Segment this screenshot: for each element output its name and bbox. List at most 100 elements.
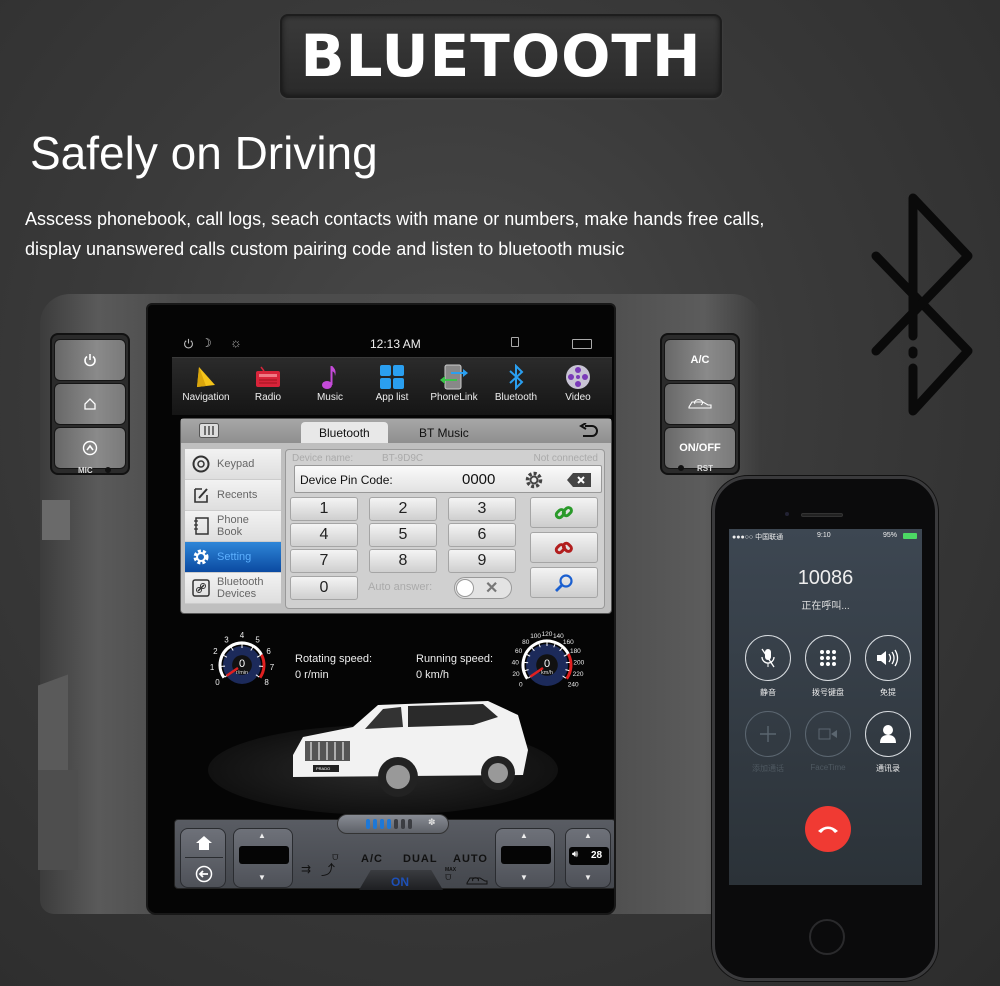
facetime-button[interactable] xyxy=(805,711,851,757)
back-arrow-icon[interactable] xyxy=(195,865,213,883)
front-camera xyxy=(785,512,789,516)
ac-button[interactable]: A/C xyxy=(664,339,736,381)
seat-airflow-icon[interactable]: ⤴ xyxy=(321,860,335,880)
facetime-icon xyxy=(818,728,837,740)
rear-defrost-icon[interactable]: ⩌ xyxy=(332,852,339,863)
gauge-tick-label: 8 xyxy=(264,678,269,687)
menu-item-keypad[interactable]: Keypad xyxy=(185,449,281,480)
eject-button[interactable] xyxy=(54,427,126,469)
brightness-icon[interactable]: ☼ xyxy=(230,335,242,350)
head-unit-screen: ☽ ☼ 12:13 AM Navigation Radio Music App … xyxy=(146,303,616,915)
bluetooth-tabs: Bluetooth BT Music xyxy=(181,419,611,443)
menu-item-setting[interactable]: Setting xyxy=(185,542,281,573)
recirculation-icon[interactable] xyxy=(465,874,489,886)
add-call-button[interactable] xyxy=(745,711,791,757)
key-1[interactable]: 1 xyxy=(290,497,358,521)
fan-speed-indicator[interactable]: ✽ xyxy=(337,814,449,834)
right-temp-down[interactable]: ▼ xyxy=(520,873,528,882)
app-video[interactable]: Video xyxy=(548,358,608,415)
title-banner: BLUETOOTH xyxy=(280,14,722,98)
home-icon[interactable] xyxy=(195,835,213,851)
music-note-icon xyxy=(322,366,336,389)
app-music[interactable]: Music xyxy=(300,358,360,415)
key-7[interactable]: 7 xyxy=(290,549,358,573)
toggle-off-icon: ✕ xyxy=(485,580,499,597)
left-temp-up[interactable]: ▲ xyxy=(258,831,266,840)
car-image xyxy=(293,701,528,797)
call-status: 正在呼叫... xyxy=(801,601,850,612)
end-call-button[interactable] xyxy=(805,806,851,852)
climate-on-button[interactable]: ON xyxy=(359,870,443,890)
right-temp-up[interactable]: ▲ xyxy=(520,831,528,840)
auto-answer-toggle[interactable]: ✕ xyxy=(454,577,512,599)
volume-down[interactable]: ▼ xyxy=(584,873,592,882)
key-4[interactable]: 4 xyxy=(290,523,358,547)
carrier: ●●●○○ 中国联通 xyxy=(732,534,784,541)
app-label: Music xyxy=(316,392,344,403)
multiwindow-icon[interactable] xyxy=(572,339,592,349)
gauge-tick-label: 60 xyxy=(515,648,523,655)
fan-icon: ✽ xyxy=(428,817,436,827)
key-2[interactable]: 2 xyxy=(369,497,437,521)
pin-code-value[interactable]: 0000 xyxy=(462,471,495,488)
left-temp-down[interactable]: ▼ xyxy=(258,873,266,882)
power-button[interactable] xyxy=(54,339,126,381)
app-label: Bluetooth xyxy=(494,392,538,403)
app-radio[interactable]: Radio xyxy=(238,358,298,415)
tab-bluetooth[interactable]: Bluetooth xyxy=(301,422,388,443)
app-bluetooth[interactable]: Bluetooth xyxy=(486,358,546,415)
tab-bt-music[interactable]: BT Music xyxy=(401,422,487,443)
video-reel-icon xyxy=(566,365,590,389)
auto-label[interactable]: AUTO xyxy=(453,853,488,865)
key-5[interactable]: 5 xyxy=(369,523,437,547)
power-icon[interactable] xyxy=(183,338,194,349)
volume-up[interactable]: ▲ xyxy=(584,831,592,840)
keypad-button[interactable] xyxy=(805,635,851,681)
reset-hole[interactable] xyxy=(678,465,684,471)
pin-settings-gear-icon[interactable] xyxy=(524,470,544,490)
contacts-button[interactable] xyxy=(865,711,911,757)
add-call-icon xyxy=(760,726,776,742)
airflow-mode-icon[interactable]: ⇉ xyxy=(301,862,311,876)
night-mode-icon[interactable]: ☽ xyxy=(201,336,212,350)
speaker-button[interactable] xyxy=(865,635,911,681)
backspace-icon[interactable] xyxy=(567,473,591,487)
keypad-icon xyxy=(820,650,836,666)
bluetooth-menu: Keypad Recents Phone Book Setting Bluetoo… xyxy=(185,449,281,604)
right-temp-display xyxy=(501,846,551,864)
power-icon xyxy=(84,354,96,367)
home-button[interactable] xyxy=(809,919,845,955)
key-8[interactable]: 8 xyxy=(369,549,437,573)
battery-icon xyxy=(903,533,917,539)
menu-item-bluetooth-devices[interactable]: Bluetooth Devices xyxy=(185,573,281,604)
mute-label: 静音 xyxy=(760,688,776,697)
mute-mic-icon xyxy=(761,648,775,668)
menu-item-phonebook[interactable]: Phone Book xyxy=(185,511,281,542)
key-9[interactable]: 9 xyxy=(448,549,516,573)
connection-status: Not connected xyxy=(533,453,599,464)
equalizer-icon[interactable] xyxy=(199,423,219,438)
fan-level-bar xyxy=(373,819,377,829)
app-applist[interactable]: App list xyxy=(362,358,422,415)
on-off-button[interactable]: ON/OFF xyxy=(664,427,736,469)
gauge-tick-label: 220 xyxy=(573,671,584,678)
recirculation-button[interactable] xyxy=(664,383,736,425)
max-defrost-icon[interactable]: ⩌ xyxy=(445,872,452,883)
home-button[interactable] xyxy=(54,383,126,425)
menu-label: Recents xyxy=(217,489,258,501)
home-icon xyxy=(84,398,96,410)
disconnect-button[interactable] xyxy=(530,532,598,563)
app-navigation[interactable]: Navigation xyxy=(176,358,236,415)
app-phonelink[interactable]: PhoneLink xyxy=(424,358,484,415)
mute-button[interactable] xyxy=(745,635,791,681)
search-button[interactable] xyxy=(530,567,598,598)
menu-item-recents[interactable]: Recents xyxy=(185,480,281,511)
on-label: ON xyxy=(391,875,409,889)
dual-label[interactable]: DUAL xyxy=(403,853,438,865)
key-3[interactable]: 3 xyxy=(448,497,516,521)
key-0[interactable]: 0 xyxy=(290,576,358,600)
key-6[interactable]: 6 xyxy=(448,523,516,547)
connect-button[interactable] xyxy=(530,497,598,528)
back-icon[interactable] xyxy=(579,423,599,439)
ac-label[interactable]: A/C xyxy=(361,853,383,865)
